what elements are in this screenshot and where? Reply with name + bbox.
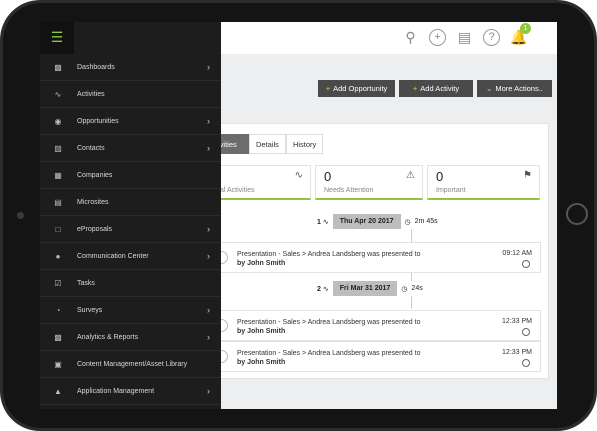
- sidebar-menu: ▩ Dashboards › ∿ Activities ◉ Opportunities ›…: [40, 54, 221, 405]
- warning-icon: ⚠: [406, 170, 415, 181]
- sidebar-item-communication-center[interactable]: ● Communication Center ›: [40, 243, 221, 270]
- pulse-icon: ∿: [54, 90, 62, 99]
- document-icon: □: [55, 225, 61, 234]
- home-button[interactable]: [566, 203, 588, 225]
- chevron-right-icon: ›: [207, 305, 210, 315]
- day-count: 1 ∿: [317, 218, 329, 226]
- browser-icon: ▤: [54, 198, 62, 207]
- stat-label: Needs Attention: [324, 187, 374, 194]
- checkbox-icon: ☑: [54, 279, 62, 288]
- stat-total-activities[interactable]: al Activities ∿: [211, 165, 311, 200]
- activity-entry[interactable]: Presentation - Sales > Andrea Landsberg …: [211, 310, 541, 341]
- add-activity-button[interactable]: + Add Activity: [399, 80, 473, 97]
- bar-chart-icon: ▩: [54, 333, 62, 342]
- chevron-right-icon: ›: [207, 143, 210, 153]
- chevron-right-icon: ›: [207, 116, 210, 126]
- sidebar-item-eproposals[interactable]: □ eProposals ›: [40, 216, 221, 243]
- hierarchy-icon: ▲: [54, 387, 62, 396]
- calendar-icon[interactable]: ▤: [456, 29, 473, 46]
- activities-panel: ivities Details History al Activities ∿ …: [200, 123, 549, 379]
- timeline-line: [411, 296, 412, 309]
- sidebar-item-tasks[interactable]: ☑ Tasks: [40, 270, 221, 297]
- timeline-line: [411, 273, 412, 281]
- contact-card-icon: ▨: [54, 144, 62, 153]
- sidebar-item-activities[interactable]: ∿ Activities: [40, 81, 221, 108]
- timeline-line: [411, 229, 412, 242]
- camera-icon: [17, 212, 24, 219]
- action-bar: + Add Opportunity + Add Activity ⌄ More Act…: [318, 80, 552, 97]
- tabs: ivities Details History: [211, 134, 324, 154]
- sidebar-item-contacts[interactable]: ▨ Contacts ›: [40, 135, 221, 162]
- chevron-right-icon: ›: [207, 62, 210, 72]
- hamburger-icon[interactable]: ☰: [40, 22, 74, 54]
- sidebar-item-companies[interactable]: ▦ Companies: [40, 162, 221, 189]
- pulse-icon: ∿: [294, 170, 303, 181]
- sidebar-item-microsites[interactable]: ▤ Microsites: [40, 189, 221, 216]
- stat-needs-attention[interactable]: 0 Needs Attention ⚠: [315, 165, 423, 200]
- day-date: Fri Mar 31 2017: [332, 281, 398, 296]
- day-duration: 2m 45s: [414, 218, 438, 225]
- chevron-right-icon: ›: [207, 332, 210, 342]
- sidebar-item-dashboards[interactable]: ▩ Dashboards ›: [40, 54, 221, 81]
- sidebar-item-analytics-reports[interactable]: ▩ Analytics & Reports ›: [40, 324, 221, 351]
- activity-entry[interactable]: Presentation - Sales > Andrea Landsberg …: [211, 341, 541, 372]
- day-header: 1 ∿ Thu Apr 20 2017 ◷ 2m 45s: [317, 214, 438, 229]
- tablet-frame: m momencio™ ⚲ + ▤ ? 🔔1 +Add Opportunity …: [0, 0, 597, 431]
- clock-icon: ◷: [404, 218, 411, 226]
- sidebar-item-opportunities[interactable]: ◉ Opportunities ›: [40, 108, 221, 135]
- bar-chart-icon: ▩: [54, 63, 62, 72]
- notification-badge: 1: [520, 23, 531, 34]
- day-count: 2 ∿: [317, 285, 329, 293]
- activity-entry[interactable]: Presentation - Sales > Andrea Landsberg …: [211, 242, 541, 273]
- chevron-right-icon: ›: [207, 224, 210, 234]
- clock-icon: [522, 260, 530, 268]
- day-duration: 24s: [411, 285, 423, 292]
- flag-icon: ⚑: [523, 170, 532, 181]
- add-icon[interactable]: +: [429, 29, 446, 46]
- stat-important[interactable]: 0 Important ⚑: [427, 165, 540, 200]
- day-header: 2 ∿ Fri Mar 31 2017 ◷ 24s: [317, 281, 423, 296]
- sidebar-item-application-management[interactable]: ▲ Application Management ›: [40, 378, 221, 405]
- sidebar-item-surveys[interactable]: ◔ Surveys ›: [40, 297, 221, 324]
- bell-icon[interactable]: 🔔 1: [510, 23, 531, 46]
- day-date: Thu Apr 20 2017: [332, 214, 401, 229]
- clock-icon: [522, 359, 530, 367]
- help-icon[interactable]: ?: [483, 29, 500, 46]
- chevron-right-icon: ›: [207, 386, 210, 396]
- chevron-right-icon: ›: [207, 251, 210, 261]
- more-actions-button[interactable]: ⌄ More Actions..: [477, 80, 552, 97]
- target-icon: ◉: [54, 117, 62, 126]
- tab-history[interactable]: History: [285, 134, 324, 154]
- stat-label: Important: [436, 187, 466, 194]
- pie-icon: ◔: [55, 306, 61, 315]
- app-screen: m momencio™ ⚲ + ▤ ? 🔔1 +Add Opportunity …: [40, 22, 557, 409]
- building-icon: ▦: [54, 171, 62, 180]
- stat-label: al Activities: [220, 187, 255, 194]
- add-opportunity-button[interactable]: + Add Opportunity: [318, 80, 395, 97]
- chat-icon: ●: [55, 252, 61, 261]
- tab-details[interactable]: Details: [249, 134, 286, 154]
- search-icon[interactable]: ⚲: [402, 29, 419, 46]
- sidebar-item-content-management[interactable]: ▣ Content Management/Asset Library: [40, 351, 221, 378]
- clock-icon: ◷: [401, 285, 408, 293]
- top-icons: ⚲ + ▤ ? 🔔 1: [402, 23, 531, 46]
- clock-icon: [522, 328, 530, 336]
- sidebar: ☰ ▩ Dashboards › ∿ Activities ◉ Opportunitie…: [40, 22, 221, 409]
- briefcase-icon: ▣: [54, 360, 62, 369]
